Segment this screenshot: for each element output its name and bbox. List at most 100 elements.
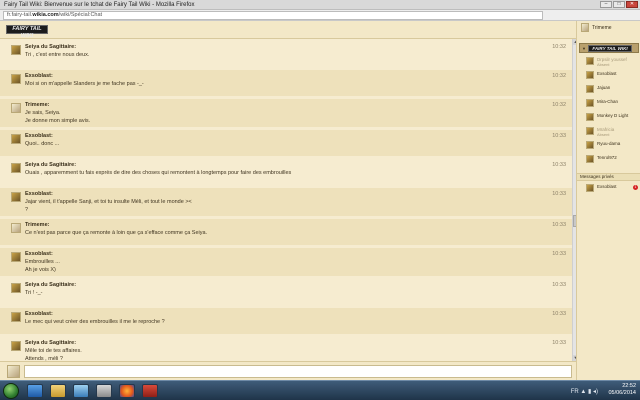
user-list-item[interactable]: Exsoblast	[586, 71, 638, 81]
private-messages-header: Messages privés	[577, 173, 640, 181]
main-room[interactable]: ▼ FAIRY TAIL WIKI	[579, 43, 639, 53]
language-indicator[interactable]: FR	[571, 389, 579, 395]
message-timestamp: 10:32	[552, 44, 566, 50]
message-username[interactable]: Trimeme:	[25, 102, 49, 108]
user-name: Ryuu-dama	[597, 141, 621, 146]
message-avatar[interactable]	[11, 341, 21, 351]
chat-log[interactable]: Seiya du Sagittaire: Tri , c'est entre no…	[0, 39, 572, 361]
settings-app-icon[interactable]	[96, 384, 112, 398]
message-text: ?	[25, 207, 29, 213]
windows-taskbar: FR ▲ ▮ ◂) 22:52 05/06/2014	[0, 380, 640, 400]
user-name: Monkey D Light	[597, 113, 629, 118]
message-avatar[interactable]	[11, 163, 21, 173]
chat-message: Seiya du Sagittaire: Tri ! -_- 10:33	[0, 279, 572, 305]
message-timestamp: 10:33	[552, 191, 566, 197]
user-list-rail: Trimeme ▼ FAIRY TAIL WIKI Drpsilr yousse…	[576, 21, 640, 380]
message-avatar[interactable]	[11, 74, 21, 84]
user-list-item[interactable]: Mira-Chan	[586, 99, 638, 109]
url-prefix: fr.fairy-tail.	[7, 12, 33, 18]
message-text: Je donne mon simple avis.	[25, 118, 91, 124]
maximize-button[interactable]: □	[613, 1, 625, 8]
message-text: Tri ! -_-	[25, 290, 43, 296]
user-avatar	[586, 85, 594, 93]
folder-icon[interactable]	[50, 384, 66, 398]
message-username[interactable]: Seiya du Sagittaire:	[25, 162, 76, 168]
user-avatar	[586, 127, 594, 135]
message-username[interactable]: Exsoblast:	[25, 133, 53, 139]
url-domain: wikia.com	[32, 12, 59, 18]
clock[interactable]: 22:52 05/06/2014	[608, 383, 636, 397]
collapse-triangle-icon[interactable]: ▼	[582, 46, 586, 51]
user-list-item[interactable]: Tenrol972	[586, 155, 638, 165]
message-avatar[interactable]	[11, 223, 21, 233]
message-text: Le mec qui veut créer des embrouilles il…	[25, 319, 165, 325]
firefox-icon[interactable]	[119, 384, 135, 398]
message-text: Ah je vois X)	[25, 267, 56, 273]
chat-message: Trimeme: Ce n'est pas parce que ça remont…	[0, 219, 572, 245]
user-list-item[interactable]: Ryuu-dama	[586, 141, 638, 151]
chat-message: Exsoblast: Jajar vient, il t'appelle Sanj…	[0, 188, 572, 216]
user-name: Tenrol972	[597, 155, 617, 160]
pm-user-name: Exsoblast	[597, 184, 617, 189]
message-text: Moi si on m'appelle Slanders je me fache…	[25, 81, 144, 87]
chat-message: Exsoblast: Embrouilles ... Ah je vois X) 10…	[0, 248, 572, 276]
current-user-name: Trimeme	[592, 25, 612, 31]
message-username[interactable]: Seiya du Sagittaire:	[25, 44, 76, 50]
clock-date: 05/06/2014	[608, 390, 636, 396]
message-timestamp: 10:33	[552, 340, 566, 346]
user-avatar	[586, 71, 594, 79]
message-username[interactable]: Seiya du Sagittaire:	[25, 282, 76, 288]
user-list-item[interactable]: Mrafricia Absent	[586, 127, 638, 137]
user-avatar	[586, 57, 594, 65]
minimize-button[interactable]: –	[600, 1, 612, 8]
user-list-item[interactable]: Drpsilr youssef Absent	[586, 57, 638, 67]
message-timestamp: 10:33	[552, 282, 566, 288]
user-avatar	[586, 155, 594, 163]
user-avatar	[586, 99, 594, 107]
user-status: Absent	[597, 132, 610, 137]
message-avatar[interactable]	[11, 134, 21, 144]
address-bar[interactable]: fr.fairy-tail.wikia.com/wiki/Spécial:Cha…	[3, 11, 543, 20]
user-avatar	[586, 141, 594, 149]
message-avatar[interactable]	[11, 312, 21, 322]
message-avatar[interactable]	[11, 252, 21, 262]
message-timestamp: 10:33	[552, 222, 566, 228]
message-timestamp: 10:33	[552, 133, 566, 139]
message-input[interactable]	[24, 365, 572, 378]
message-username[interactable]: Seiya du Sagittaire:	[25, 340, 76, 346]
message-username[interactable]: Exsoblast:	[25, 191, 53, 197]
window-titlebar: Fairy Tail Wiki: Bienvenue sur le tchat …	[0, 0, 640, 10]
media-player-icon[interactable]	[73, 384, 89, 398]
message-avatar[interactable]	[11, 192, 21, 202]
user-list-item[interactable]: Monkey D Light	[586, 113, 638, 123]
user-status: Absent	[597, 62, 610, 67]
user-name: Jajuan	[597, 85, 611, 90]
message-text: Ouais , apparemment tu fais exprès de di…	[25, 170, 292, 176]
message-username[interactable]: Exsoblast:	[25, 251, 53, 257]
message-input-bar	[0, 361, 576, 380]
message-text: Jajar vient, il t'appelle Sanji, et toi …	[25, 199, 192, 205]
chat-message: Exsoblast: Moi si on m'appelle Slanders j…	[0, 70, 572, 96]
message-text: Mêle toi de tes affaires.	[25, 348, 82, 354]
ie-icon[interactable]	[27, 384, 43, 398]
pm-user-avatar	[586, 184, 594, 192]
app-icon[interactable]	[142, 384, 158, 398]
start-button[interactable]	[3, 383, 19, 399]
system-tray[interactable]: FR ▲ ▮ ◂)	[571, 388, 598, 395]
message-avatar[interactable]	[11, 283, 21, 293]
my-avatar	[7, 365, 20, 378]
message-avatar[interactable]	[11, 103, 21, 113]
user-list-item[interactable]: Jajuan	[586, 85, 638, 95]
private-message-item[interactable]: Exsoblast 1	[586, 184, 638, 194]
wiki-logo[interactable]: FAIRY TAIL WIKI	[6, 25, 48, 39]
message-username[interactable]: Exsoblast:	[25, 311, 53, 317]
message-timestamp: 10:32	[552, 73, 566, 79]
message-avatar[interactable]	[11, 45, 21, 55]
unread-badge: 1	[633, 185, 638, 190]
url-path: /wiki/Spécial:Chat	[58, 12, 103, 18]
clock-time: 22:52	[622, 383, 636, 389]
message-username[interactable]: Trimeme:	[25, 222, 49, 228]
user-name: Mira-Chan	[597, 99, 619, 104]
close-button[interactable]: ✕	[626, 1, 638, 8]
message-username[interactable]: Exsoblast:	[25, 73, 53, 79]
